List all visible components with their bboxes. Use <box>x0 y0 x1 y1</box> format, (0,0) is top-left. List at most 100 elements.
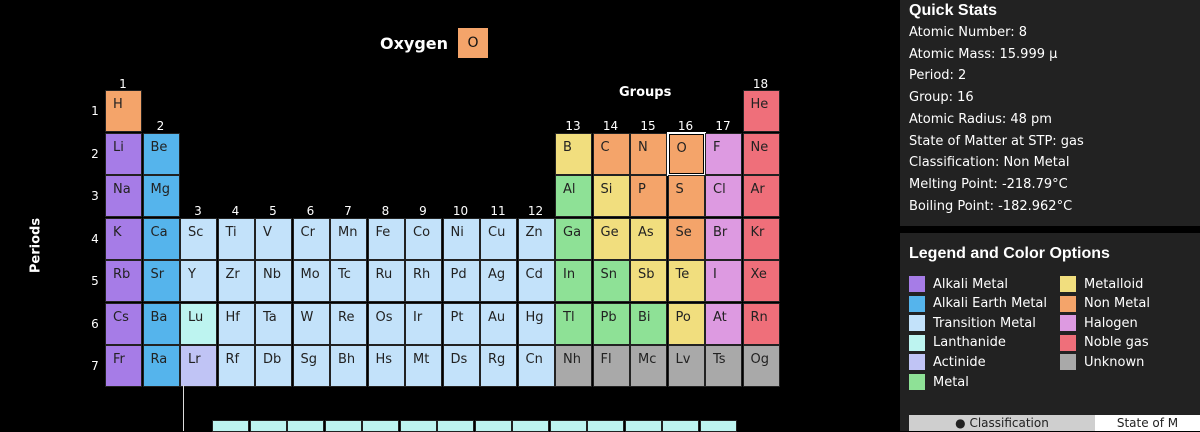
lanthanide-cell-partial[interactable] <box>362 420 399 432</box>
element-cell-he[interactable]: He <box>742 90 780 132</box>
element-cell-sg[interactable]: Sg <box>292 345 330 387</box>
element-cell-ra[interactable]: Ra <box>142 345 180 387</box>
element-cell-at[interactable]: At <box>705 302 742 345</box>
element-cell-bi[interactable]: Bi <box>630 302 667 345</box>
element-cell-ni[interactable]: Ni <box>442 217 480 260</box>
element-cell-f[interactable]: F <box>705 132 742 175</box>
element-cell-li[interactable]: Li <box>105 132 142 175</box>
element-cell-sc[interactable]: Sc <box>180 217 217 260</box>
element-cell-sb[interactable]: Sb <box>630 260 667 302</box>
element-cell-ru[interactable]: Ru <box>367 260 405 302</box>
element-cell-lv[interactable]: Lv <box>667 345 705 387</box>
element-cell-n[interactable]: N <box>630 132 667 175</box>
element-cell-bh[interactable]: Bh <box>330 345 367 387</box>
element-cell-hg[interactable]: Hg <box>517 302 555 345</box>
lanthanide-cell-partial[interactable] <box>699 420 737 432</box>
element-cell-co[interactable]: Co <box>405 217 442 260</box>
element-cell-hf[interactable]: Hf <box>217 302 255 345</box>
element-cell-fr[interactable]: Fr <box>105 345 142 387</box>
element-cell-rh[interactable]: Rh <box>405 260 442 302</box>
element-cell-rn[interactable]: Rn <box>742 302 780 345</box>
lanthanide-cell-partial[interactable] <box>249 420 287 432</box>
element-cell-te[interactable]: Te <box>667 260 705 302</box>
element-cell-cn[interactable]: Cn <box>517 345 555 387</box>
element-cell-s[interactable]: S <box>667 175 705 217</box>
element-cell-mn[interactable]: Mn <box>330 217 367 260</box>
element-cell-pd[interactable]: Pd <box>442 260 480 302</box>
element-cell-mg[interactable]: Mg <box>142 175 180 217</box>
element-cell-lu[interactable]: Lu <box>180 302 217 345</box>
element-cell-ar[interactable]: Ar <box>742 175 780 217</box>
element-cell-pb[interactable]: Pb <box>592 302 630 345</box>
element-cell-ts[interactable]: Ts <box>705 345 742 387</box>
element-cell-os[interactable]: Os <box>367 302 405 345</box>
tab-state-of-matter[interactable]: State of M <box>1095 415 1200 431</box>
element-cell-au[interactable]: Au <box>480 302 517 345</box>
lanthanide-cell-partial[interactable] <box>587 420 624 432</box>
element-cell-rf[interactable]: Rf <box>217 345 255 387</box>
element-cell-pt[interactable]: Pt <box>442 302 480 345</box>
element-cell-h[interactable]: H <box>105 90 142 132</box>
element-cell-po[interactable]: Po <box>667 302 705 345</box>
element-cell-og[interactable]: Og <box>742 345 780 387</box>
lanthanide-cell-partial[interactable] <box>399 420 437 432</box>
element-cell-al[interactable]: Al <box>555 175 592 217</box>
element-cell-p[interactable]: P <box>630 175 667 217</box>
element-cell-be[interactable]: Be <box>142 132 180 175</box>
element-cell-mo[interactable]: Mo <box>292 260 330 302</box>
element-cell-se[interactable]: Se <box>667 217 705 260</box>
element-cell-in[interactable]: In <box>555 260 592 302</box>
element-cell-cr[interactable]: Cr <box>292 217 330 260</box>
element-cell-fl[interactable]: Fl <box>592 345 630 387</box>
element-cell-ti[interactable]: Ti <box>217 217 255 260</box>
lanthanide-cell-partial[interactable] <box>624 420 662 432</box>
element-cell-br[interactable]: Br <box>705 217 742 260</box>
element-cell-c[interactable]: C <box>592 132 630 175</box>
element-cell-ir[interactable]: Ir <box>405 302 442 345</box>
element-cell-cl[interactable]: Cl <box>705 175 742 217</box>
element-cell-k[interactable]: K <box>105 217 142 260</box>
element-cell-fe[interactable]: Fe <box>367 217 405 260</box>
element-cell-cs[interactable]: Cs <box>105 302 142 345</box>
tab-classification[interactable]: ● Classification <box>909 415 1095 431</box>
element-cell-cd[interactable]: Cd <box>517 260 555 302</box>
element-cell-re[interactable]: Re <box>330 302 367 345</box>
element-cell-as[interactable]: As <box>630 217 667 260</box>
lanthanide-cell-partial[interactable] <box>549 420 587 432</box>
element-cell-ta[interactable]: Ta <box>255 302 292 345</box>
element-cell-y[interactable]: Y <box>180 260 217 302</box>
element-cell-na[interactable]: Na <box>105 175 142 217</box>
lanthanide-cell-partial[interactable] <box>662 420 699 432</box>
element-cell-lr[interactable]: Lr <box>180 345 217 387</box>
element-cell-mt[interactable]: Mt <box>405 345 442 387</box>
element-cell-ds[interactable]: Ds <box>442 345 480 387</box>
element-cell-ba[interactable]: Ba <box>142 302 180 345</box>
element-cell-hs[interactable]: Hs <box>367 345 405 387</box>
element-cell-db[interactable]: Db <box>255 345 292 387</box>
lanthanide-cell-partial[interactable] <box>512 420 549 432</box>
element-cell-xe[interactable]: Xe <box>742 260 780 302</box>
element-cell-ca[interactable]: Ca <box>142 217 180 260</box>
element-cell-zr[interactable]: Zr <box>217 260 255 302</box>
element-cell-si[interactable]: Si <box>592 175 630 217</box>
element-cell-ga[interactable]: Ga <box>555 217 592 260</box>
element-cell-sr[interactable]: Sr <box>142 260 180 302</box>
element-cell-b[interactable]: B <box>555 132 592 175</box>
element-cell-rb[interactable]: Rb <box>105 260 142 302</box>
lanthanide-cell-partial[interactable] <box>287 420 324 432</box>
element-cell-i[interactable]: I <box>705 260 742 302</box>
element-cell-ag[interactable]: Ag <box>480 260 517 302</box>
lanthanide-cell-partial[interactable] <box>437 420 474 432</box>
element-cell-tl[interactable]: Tl <box>555 302 592 345</box>
element-cell-ne[interactable]: Ne <box>742 132 780 175</box>
lanthanide-cell-partial[interactable] <box>474 420 512 432</box>
element-cell-nb[interactable]: Nb <box>255 260 292 302</box>
element-cell-rg[interactable]: Rg <box>480 345 517 387</box>
element-cell-zn[interactable]: Zn <box>517 217 555 260</box>
element-cell-ge[interactable]: Ge <box>592 217 630 260</box>
element-cell-sn[interactable]: Sn <box>592 260 630 302</box>
element-cell-w[interactable]: W <box>292 302 330 345</box>
element-cell-kr[interactable]: Kr <box>742 217 780 260</box>
element-cell-o[interactable]: O <box>666 131 706 176</box>
lanthanide-cell-partial[interactable] <box>212 420 249 432</box>
